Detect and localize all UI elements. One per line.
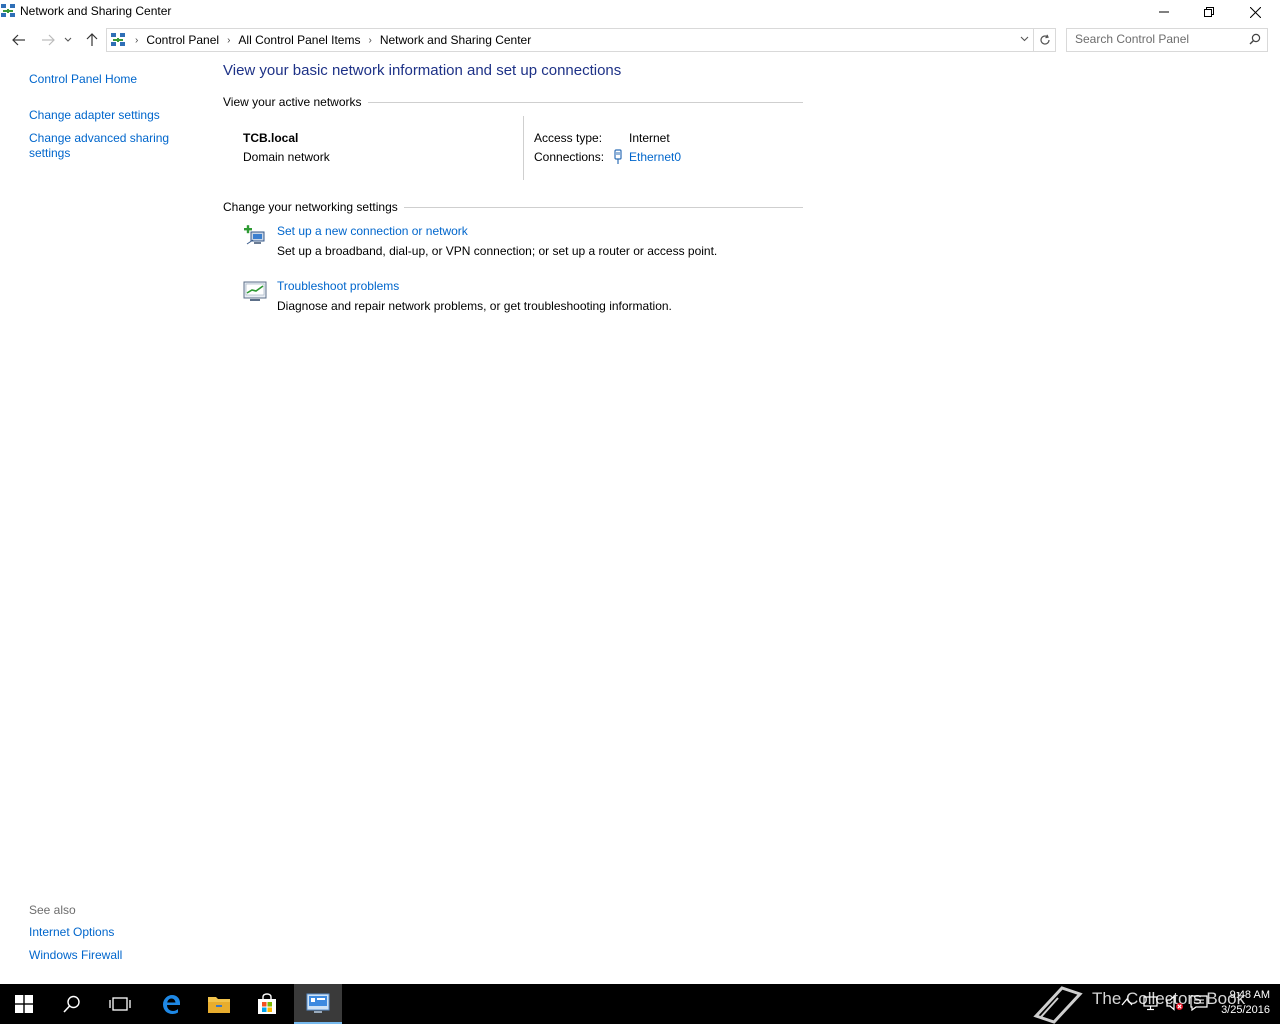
page-title: View your basic network information and …: [223, 62, 622, 79]
see-also-windows-firewall[interactable]: Windows Firewall: [29, 948, 199, 963]
sidebar-change-adapter-settings[interactable]: Change adapter settings: [29, 108, 199, 123]
networking-settings-header: Change your networking settings: [223, 199, 803, 215]
refresh-icon: [1039, 34, 1050, 45]
sidebar-control-panel-home[interactable]: Control Panel Home: [29, 72, 199, 87]
title-bar: Network and Sharing Center: [0, 0, 1280, 24]
volume-tray-button[interactable]: [1166, 995, 1184, 1014]
see-also-internet-options[interactable]: Internet Options: [29, 925, 199, 940]
edge-icon: [163, 995, 180, 1014]
close-icon: [1249, 6, 1261, 18]
access-type-value: Internet: [629, 131, 670, 145]
recent-locations-button[interactable]: [61, 29, 75, 51]
windows-logo-icon: [15, 995, 33, 1013]
close-button[interactable]: [1232, 0, 1278, 24]
section-divider: [367, 101, 803, 103]
restore-button[interactable]: [1186, 0, 1232, 24]
breadcrumb-all-items[interactable]: All Control Panel Items: [238, 33, 360, 47]
active-networks-header: View your active networks: [223, 94, 803, 110]
notification-icon: [1190, 995, 1208, 1012]
folder-icon: [208, 997, 230, 1013]
set-up-new-connection-description: Set up a broadband, dial-up, or VPN conn…: [277, 244, 718, 258]
breadcrumb: › Control Panel › All Control Panel Item…: [107, 29, 531, 51]
sidebar-change-advanced-sharing[interactable]: Change advanced sharing settings: [29, 131, 174, 161]
ethernet-connection-link[interactable]: Ethernet0: [629, 150, 681, 164]
restore-icon: [1204, 7, 1214, 17]
book-watermark-icon: [1033, 986, 1083, 1024]
clock-time: 9:48 AM: [1229, 989, 1270, 1001]
search-input[interactable]: [1067, 29, 1245, 49]
task-troubleshoot: Troubleshoot problems Diagnose and repai…: [243, 279, 803, 319]
network-name: TCB.local: [243, 131, 299, 145]
section-divider: [403, 206, 803, 208]
set-up-new-connection-link[interactable]: Set up a new connection or network: [277, 224, 468, 238]
networking-settings-heading: Change your networking settings: [223, 200, 398, 214]
breadcrumb-control-panel[interactable]: Control Panel: [146, 33, 219, 47]
back-button[interactable]: [8, 29, 30, 51]
address-dropdown-button[interactable]: [1020, 36, 1029, 42]
control-panel-taskbar-button[interactable]: [294, 984, 342, 1024]
breadcrumb-box[interactable]: › Control Panel › All Control Panel Item…: [106, 28, 1034, 52]
network-center-app-icon: [0, 3, 16, 19]
sidebar: Control Panel Home Change adapter settin…: [29, 72, 199, 161]
minimize-button[interactable]: [1141, 0, 1187, 24]
search-box: [1066, 28, 1268, 52]
action-center-button[interactable]: [1190, 995, 1208, 1014]
clock-date: 3/25/2016: [1221, 1004, 1270, 1016]
refresh-button[interactable]: [1033, 28, 1056, 52]
chevron-up-icon: [1121, 997, 1133, 1006]
search-icon[interactable]: [1249, 33, 1261, 48]
window-title: Network and Sharing Center: [20, 4, 172, 18]
store-icon: [258, 993, 276, 1014]
task-new-connection: Set up a new connection or network Set u…: [243, 224, 803, 264]
start-button[interactable]: [0, 984, 48, 1024]
show-hidden-icons-button[interactable]: [1121, 996, 1133, 1010]
connections-label: Connections:: [534, 150, 605, 164]
troubleshoot-problems-description: Diagnose and repair network problems, or…: [277, 299, 672, 313]
forward-arrow-icon: [42, 34, 55, 46]
chevron-down-icon: [1020, 36, 1029, 42]
task-view-icon: [109, 997, 131, 1011]
network-type: Domain network: [243, 150, 330, 164]
forward-button[interactable]: [37, 29, 59, 51]
store-taskbar-button[interactable]: [243, 984, 291, 1024]
new-connection-icon: [243, 224, 267, 248]
network-tray-button[interactable]: [1143, 995, 1159, 1014]
network-divider: [523, 116, 524, 180]
breadcrumb-separator-icon[interactable]: ›: [368, 35, 371, 46]
up-arrow-icon: [86, 33, 98, 46]
search-icon: [63, 995, 80, 1013]
address-bar: › Control Panel › All Control Panel Item…: [0, 27, 1280, 53]
chevron-down-icon: [64, 37, 72, 42]
up-button[interactable]: [81, 29, 103, 51]
control-panel-icon: [306, 993, 330, 1013]
network-icon: [1143, 996, 1158, 1011]
active-networks-heading: View your active networks: [223, 95, 362, 109]
ethernet-icon: [613, 149, 623, 168]
troubleshoot-problems-link[interactable]: Troubleshoot problems: [277, 279, 399, 293]
see-also-heading: See also: [29, 903, 76, 917]
access-type-label: Access type:: [534, 131, 603, 145]
minimize-icon: [1159, 11, 1169, 13]
breadcrumb-network-center[interactable]: Network and Sharing Center: [380, 33, 531, 47]
taskbar: The Collectors Book 9:48 AM 3/25/2016: [0, 984, 1280, 1024]
file-explorer-taskbar-button[interactable]: [195, 984, 243, 1024]
system-clock[interactable]: 9:48 AM 3/25/2016: [1221, 988, 1270, 1018]
troubleshoot-icon: [243, 279, 267, 303]
active-network-panel: TCB.local Domain network Access type: In…: [243, 116, 803, 182]
edge-taskbar-button[interactable]: [147, 984, 195, 1024]
control-panel-icon: [110, 32, 126, 48]
volume-muted-icon: [1166, 995, 1183, 1011]
search-taskbar-button[interactable]: [48, 984, 96, 1024]
breadcrumb-separator-icon[interactable]: ›: [227, 35, 230, 46]
see-also-section: See also Internet Options Windows Firewa…: [29, 903, 199, 963]
task-view-button[interactable]: [96, 984, 144, 1024]
breadcrumb-separator-icon[interactable]: ›: [135, 35, 138, 46]
back-arrow-icon: [12, 34, 25, 46]
